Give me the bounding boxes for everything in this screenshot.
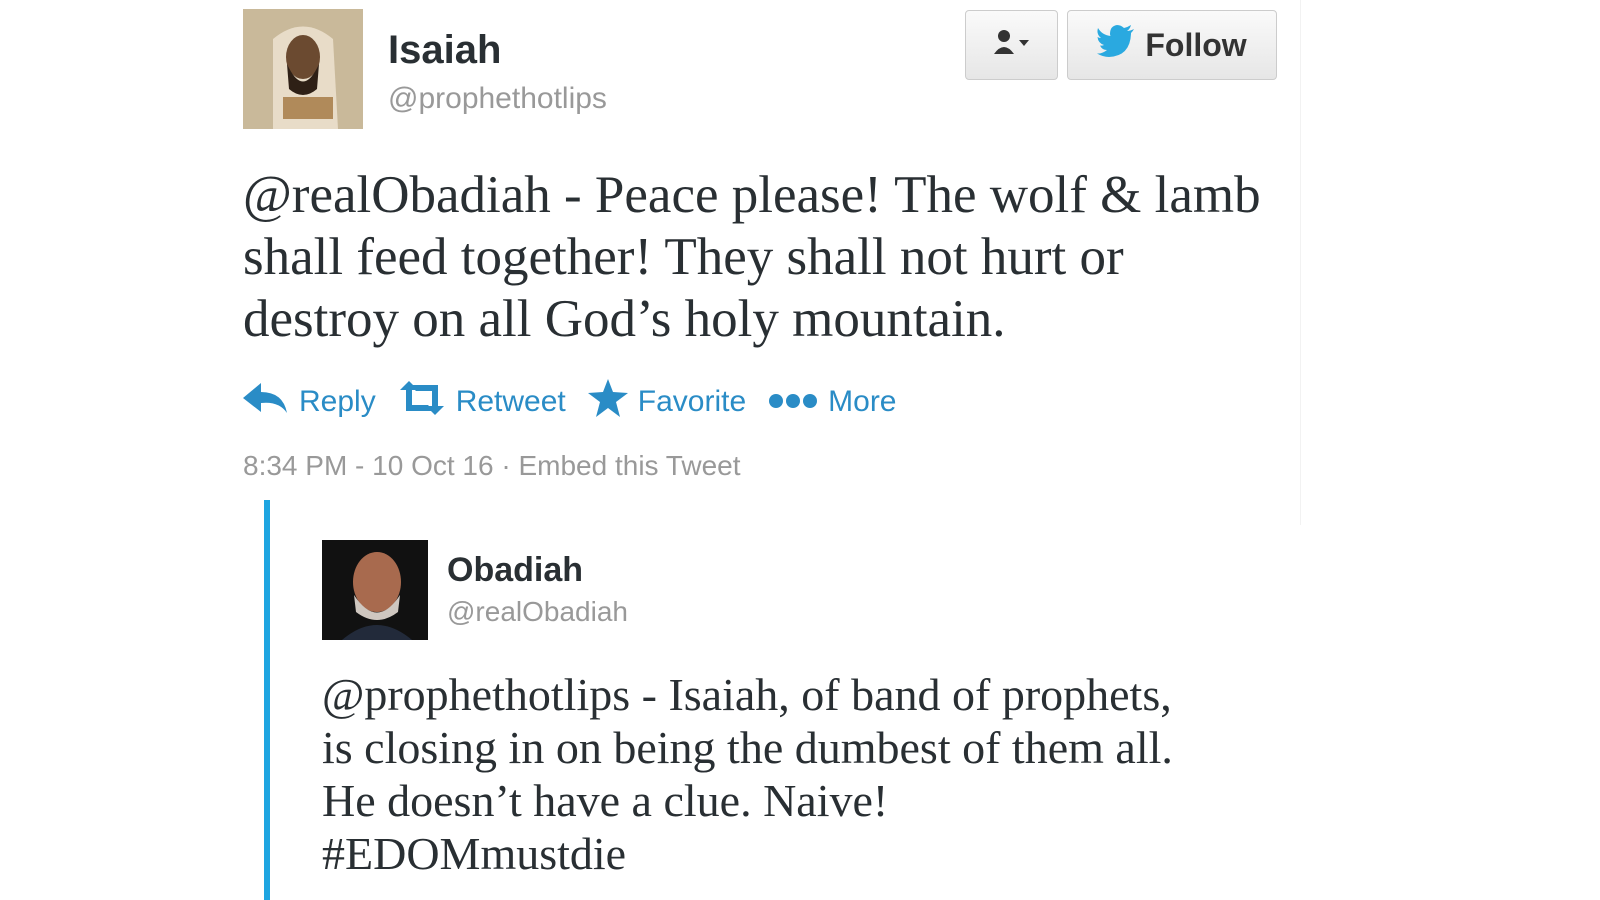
tweet-actions: Reply Retweet Favorite More (243, 377, 919, 427)
quote-divider (264, 500, 270, 900)
tweet-text: @realObadiah - Peace please! The wolf & … (243, 166, 1261, 348)
meta-separator: · (493, 450, 519, 481)
reply-icon (243, 381, 289, 423)
favorite-button[interactable]: Favorite (587, 379, 747, 425)
favorite-label: Favorite (637, 385, 747, 418)
quoted-tweet-text: @prophethotlips - Isaiah, of band of pro… (322, 669, 1173, 879)
retweet-button[interactable]: Retweet (398, 381, 566, 423)
quoted-author-name[interactable]: Obadiah (447, 551, 583, 590)
user-actions-button[interactable] (965, 10, 1058, 80)
author-name[interactable]: Isaiah (388, 28, 501, 73)
author-handle[interactable]: @prophethotlips (388, 82, 607, 116)
quoted-author-handle[interactable]: @realObadiah (447, 596, 628, 628)
more-label: More (828, 385, 897, 418)
user-dropdown-icon (992, 28, 1032, 63)
star-icon (587, 379, 628, 425)
retweet-icon (398, 381, 446, 423)
embed-tweet-link[interactable]: Embed this Tweet (518, 450, 740, 481)
retweet-label: Retweet (455, 385, 566, 418)
follow-label: Follow (1145, 26, 1247, 63)
avatar-isaiah[interactable] (243, 9, 363, 129)
avatar-obadiah[interactable] (322, 540, 428, 640)
reply-button[interactable]: Reply (243, 381, 376, 423)
reply-label: Reply (299, 385, 376, 418)
timestamp[interactable]: 8:34 PM - 10 Oct 16 (243, 450, 494, 481)
more-button[interactable]: More (768, 385, 897, 419)
tweet-meta: 8:34 PM - 10 Oct 16 · Embed this Tweet (243, 450, 741, 482)
twitter-bird-icon (1097, 25, 1135, 65)
more-dots-icon (768, 385, 818, 419)
follow-button[interactable]: Follow (1067, 10, 1277, 80)
